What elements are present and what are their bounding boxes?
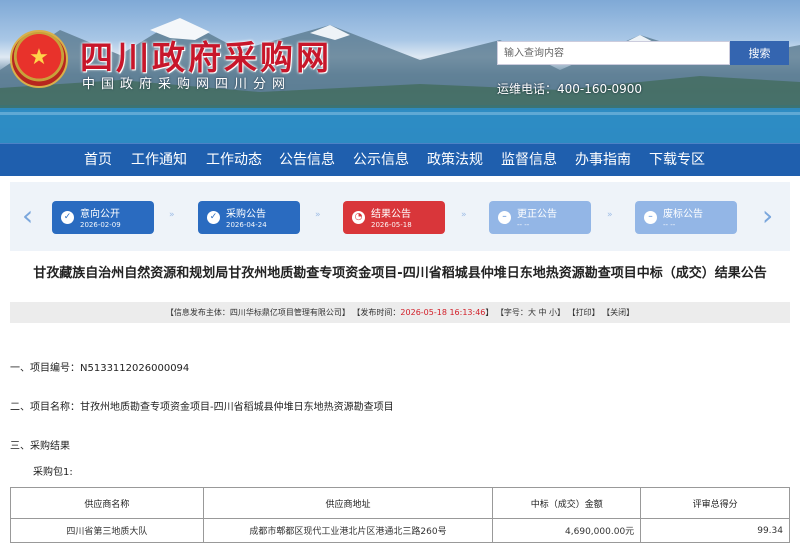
chevron-left-icon[interactable]: ‹ [22, 202, 33, 230]
font-size-options[interactable]: 大 中 小 [528, 308, 557, 317]
site-subtitle: 中国政府采购网四川分网 [82, 77, 292, 92]
close-link[interactable]: 【关闭】 [602, 308, 634, 317]
step-label: 更正公告 [517, 209, 557, 220]
step-procurement[interactable]: ✓ 采购公告 2026-04-24 [198, 201, 300, 234]
double-chevron-icon: » [315, 210, 321, 220]
double-chevron-icon: » [607, 210, 613, 220]
main-nav: 首页 工作通知 工作动态 公告信息 公示信息 政策法规 监督信息 办事指南 下载… [0, 143, 800, 176]
publisher-text: 【信息发布主体：四川华标鼎亿项目管理有限公司】 [165, 308, 350, 317]
step-label: 结果公告 [371, 209, 411, 220]
double-chevron-icon: » [169, 210, 175, 220]
cell-total-score: 99.34 [640, 518, 790, 543]
cell-supplier-name: 四川省第三地质大队 [10, 518, 204, 543]
step-label: 废标公告 [663, 209, 703, 220]
font-size-end: 】 [557, 308, 566, 317]
cell-bid-amount: 4,690,000.00元 [492, 518, 642, 543]
print-link[interactable]: 【打印】 [568, 308, 600, 317]
step-intent[interactable]: ✓ 意向公开 2026-02-09 [52, 201, 154, 234]
step-date: 2026-02-09 [80, 221, 121, 229]
package-label: 采购包1: [33, 467, 73, 478]
header-banner: ★ 四川政府采购网 中国政府采购网四川分网 搜索 运维电话：400-160-09… [0, 0, 800, 143]
search-button[interactable]: 搜索 [730, 41, 789, 65]
step-date: 2026-04-24 [226, 221, 267, 229]
nav-item-supervision[interactable]: 监督信息 [501, 144, 557, 177]
table-row: 四川省第三地质大队 成都市郫都区现代工业港北片区港通北三路260号 4,690,… [10, 518, 790, 543]
nav-item-policies[interactable]: 政策法规 [427, 144, 483, 177]
minus-icon: – [498, 211, 511, 224]
check-icon: ✓ [61, 211, 74, 224]
process-steps: ‹ ✓ 意向公开 2026-02-09 » ✓ 采购公告 2026-04-24 … [10, 182, 790, 251]
clock-icon: ◔ [352, 211, 365, 224]
table-header-row: 供应商名称 供应商地址 中标（成交）金额 评审总得分 [10, 487, 790, 519]
step-correction[interactable]: – 更正公告 -- -- [489, 201, 591, 234]
section-project-name: 二、项目名称：甘孜州地质勘查专项资金项目-四川省稻城县仲堆日东地热资源勘查项目 [10, 402, 394, 413]
national-emblem-icon[interactable]: ★ [10, 30, 68, 88]
nav-item-work-news[interactable]: 工作动态 [206, 144, 262, 177]
check-icon: ✓ [207, 211, 220, 224]
step-label: 采购公告 [226, 209, 266, 220]
header-total-score: 评审总得分 [640, 487, 790, 519]
document-meta-bar: 【信息发布主体：四川华标鼎亿项目管理有限公司】 【发布时间：2026-05-18… [10, 302, 790, 323]
nav-item-publicity[interactable]: 公示信息 [353, 144, 409, 177]
site-title[interactable]: 四川政府采购网 [80, 31, 332, 79]
nav-item-home[interactable]: 首页 [84, 144, 112, 177]
nav-item-downloads[interactable]: 下载专区 [649, 144, 705, 177]
document-title: 甘孜藏族自治州自然资源和规划局甘孜州地质勘查专项资金项目-四川省稻城县仲堆日东地… [33, 266, 767, 281]
header-bid-amount: 中标（成交）金额 [492, 487, 642, 519]
step-date: 2026-05-18 [371, 221, 412, 229]
publish-time: 2026-05-18 16:13:46 [400, 308, 486, 317]
font-size-label: 【字号： [495, 308, 528, 317]
header-supplier-address: 供应商地址 [202, 487, 494, 519]
time-end: 】 [485, 308, 494, 317]
section-project-number: 一、项目编号：N5133112026000094 [10, 363, 190, 374]
step-result[interactable]: ◔ 结果公告 2026-05-18 [343, 201, 445, 234]
step-label: 意向公开 [80, 209, 120, 220]
double-chevron-icon: » [461, 210, 467, 220]
hotline-text: 运维电话：400-160-0900 [497, 82, 643, 96]
header-supplier-name: 供应商名称 [10, 487, 204, 519]
step-date: -- -- [517, 221, 530, 229]
chevron-right-icon[interactable]: › [762, 202, 773, 230]
step-cancel[interactable]: – 废标公告 -- -- [635, 201, 737, 234]
search-input[interactable] [497, 41, 730, 65]
section-results-heading: 三、采购结果 [10, 441, 70, 452]
time-label: 【发布时间： [352, 308, 401, 317]
nav-item-work-notice[interactable]: 工作通知 [131, 144, 187, 177]
results-table: 供应商名称 供应商地址 中标（成交）金额 评审总得分 四川省第三地质大队 成都市… [10, 487, 790, 543]
step-date: -- -- [663, 221, 676, 229]
nav-item-guide[interactable]: 办事指南 [575, 144, 631, 177]
nav-item-announcements[interactable]: 公告信息 [279, 144, 335, 177]
cell-supplier-address: 成都市郫都区现代工业港北片区港通北三路260号 [202, 518, 494, 543]
minus-icon: – [644, 211, 657, 224]
